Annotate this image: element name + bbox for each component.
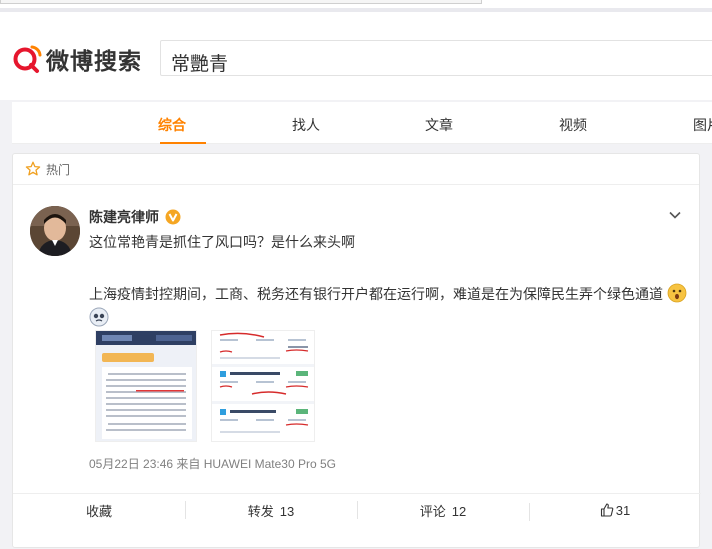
hot-label: 热门 <box>46 162 71 177</box>
favorite-label: 收藏 <box>85 504 112 519</box>
search-query: 常艷青 <box>171 54 229 75</box>
search-input[interactable]: 常艷青 <box>160 40 712 76</box>
active-tab-underline <box>160 142 206 144</box>
comment-count: 12 <box>451 504 467 519</box>
post-text-line1: 这位常艳青是抓住了风口吗？是什么来头啊 <box>89 234 355 250</box>
avatar[interactable] <box>30 206 80 256</box>
browser-address-bar-edge <box>0 0 482 4</box>
tab-all[interactable]: 综合 <box>158 115 186 135</box>
avatar-photo <box>30 206 80 256</box>
hot-section-header: 热门 <box>13 154 699 185</box>
surprised-emoji-icon <box>667 283 687 303</box>
comment-label: 评论 <box>419 504 446 519</box>
post-image-2[interactable] <box>211 330 315 442</box>
like-count: 31 <box>615 503 631 518</box>
post-text-line2: 上海疫情封控期间，工商、税务还有银行开户都在运行啊，难道是在为保障民生弄个绿色通… <box>89 282 694 330</box>
brand-name: 微博搜索 <box>46 48 142 74</box>
verified-badge-icon <box>165 209 181 225</box>
image-company-list-screenshot <box>212 331 314 441</box>
post-body: 上海疫情封控期间，工商、税务还有银行开户都在运行啊，难道是在为保障民生弄个绿色通… <box>89 286 663 302</box>
weibo-logo-icon <box>13 45 42 73</box>
like-button[interactable]: 31 <box>529 503 701 521</box>
favorite-button[interactable]: 收藏 <box>13 501 185 520</box>
tab-videos[interactable]: 视频 <box>559 115 587 135</box>
chevron-down-icon <box>669 211 681 219</box>
more-options-button[interactable] <box>668 208 682 227</box>
tab-articles[interactable]: 文章 <box>425 115 453 135</box>
repost-label: 转发 <box>247 504 274 519</box>
post-meta: 05月22日 23:46 来自 HUAWEI Mate30 Pro 5G <box>89 457 336 471</box>
post-images <box>95 330 315 442</box>
top-bar: 微博搜索 常艷青 <box>0 0 712 100</box>
author-name[interactable]: 陈建亮律师 <box>89 207 159 227</box>
top-divider <box>0 8 712 12</box>
search-tabs: 综合 找人 文章 视频 图片 <box>12 102 712 144</box>
post-actions: 收藏 转发 13 评论 12 31 <box>13 493 701 527</box>
star-icon <box>25 161 41 176</box>
tab-images[interactable]: 图片 <box>693 115 712 135</box>
repost-count: 13 <box>279 504 295 519</box>
repost-button[interactable]: 转发 13 <box>185 501 357 520</box>
face-emoji-icon <box>89 307 109 327</box>
tab-users[interactable]: 找人 <box>292 115 320 135</box>
weibo-search-logo[interactable]: 微博搜索 <box>12 42 142 76</box>
image-notice-screenshot <box>96 331 196 441</box>
post-card: 热门 陈建亮律师 这位常艳青是抓住了风口吗？是什么来头啊 上海疫情封控期间，工商… <box>12 153 701 548</box>
post-image-1[interactable] <box>95 330 197 442</box>
author-row: 陈建亮律师 <box>89 207 181 227</box>
thumbs-up-icon <box>600 503 614 517</box>
comment-button[interactable]: 评论 12 <box>357 501 529 520</box>
